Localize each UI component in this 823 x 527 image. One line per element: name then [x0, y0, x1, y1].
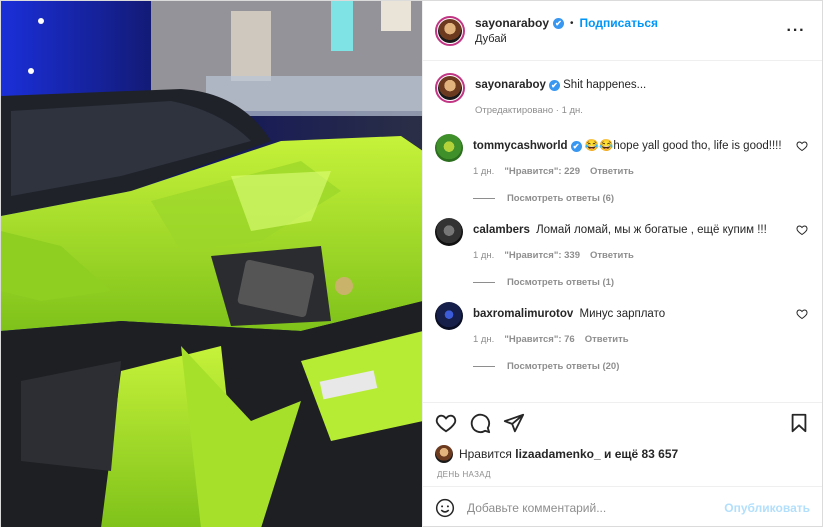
author-username[interactable]: sayonaraboy: [475, 16, 549, 30]
caption-text: Shit happenes...: [563, 79, 647, 91]
share-paper-plane-icon[interactable]: [503, 412, 525, 434]
caption-username[interactable]: sayonaraboy: [475, 79, 546, 91]
comment-bubble-icon[interactable]: [469, 412, 491, 434]
add-comment-bar: Опубликовать: [422, 486, 822, 527]
like-heart-icon[interactable]: [435, 412, 457, 434]
verified-badge-icon: ✔: [548, 80, 560, 91]
post-caption: sayonaraboy ✔ Shit happenes... Отредактир…: [434, 73, 808, 116]
comment-like-heart-icon[interactable]: [796, 140, 808, 152]
comment-time[interactable]: 1 дн.: [473, 334, 494, 345]
comment-like-heart-icon[interactable]: [796, 224, 808, 236]
comment-likes[interactable]: "Нравится": 339: [504, 250, 580, 261]
commenter-username[interactable]: baxromalimurotov: [473, 308, 573, 320]
more-options-button[interactable]: ···: [784, 22, 808, 40]
post-photo[interactable]: [1, 1, 422, 527]
comment-text: Минус зарплато: [579, 308, 666, 320]
publish-button[interactable]: Опубликовать: [724, 501, 810, 515]
liker-username[interactable]: lizaadamenko_: [515, 447, 600, 461]
commenter-username[interactable]: calambers: [473, 224, 530, 236]
comment-time[interactable]: 1 дн.: [473, 166, 494, 177]
commenter-avatar[interactable]: [434, 134, 463, 162]
comment-likes[interactable]: "Нравится": 76: [504, 334, 574, 345]
post-header: sayonaraboy ✔ • Подписаться Дубай ···: [422, 1, 822, 61]
post-timestamp[interactable]: День назад: [423, 466, 822, 486]
commenter-username[interactable]: tommycashworld: [473, 140, 568, 152]
view-replies-label: Посмотреть ответы (6): [506, 193, 615, 204]
view-replies-button[interactable]: Посмотреть ответы (1): [472, 277, 808, 288]
reply-button[interactable]: Ответить: [585, 334, 629, 345]
post-location[interactable]: Дубай: [475, 33, 784, 45]
comment-item: calambers Ломай ломай, мы ж богатые , ещ…: [434, 218, 808, 288]
ellipsis-icon: ···: [786, 21, 806, 39]
caption-edited-time: Отредактировано · 1 дн.: [474, 105, 583, 116]
replies-divider: [472, 282, 495, 283]
comments-list[interactable]: sayonaraboy ✔ Shit happenes... Отредактир…: [423, 61, 822, 402]
comment-text: 😂😂hope yall good tho, life is good!!!!: [584, 140, 782, 152]
comment-item: tommycashworld ✔ 😂😂hope yall good tho, li…: [434, 134, 808, 204]
commenter-avatar[interactable]: [434, 302, 463, 330]
likes-count[interactable]: и ещё 83 657: [604, 447, 678, 461]
post-actions-bar: [422, 402, 822, 442]
view-replies-button[interactable]: Посмотреть ответы (6): [472, 193, 808, 204]
view-replies-label: Посмотреть ответы (20): [506, 361, 620, 372]
view-replies-label: Посмотреть ответы (1): [506, 277, 615, 288]
reply-button[interactable]: Ответить: [590, 166, 634, 177]
follow-button[interactable]: Подписаться: [580, 16, 658, 30]
crashed-car-image: [1, 1, 422, 527]
view-replies-button[interactable]: Посмотреть ответы (20): [472, 361, 808, 372]
reply-button[interactable]: Ответить: [590, 250, 634, 261]
liker-avatar[interactable]: [434, 445, 453, 463]
emoji-smile-icon[interactable]: [435, 498, 455, 518]
comment-likes[interactable]: "Нравится": 229: [504, 166, 580, 177]
author-avatar[interactable]: [434, 15, 465, 46]
separator-dot: •: [570, 17, 574, 29]
replies-divider: [472, 366, 495, 367]
verified-badge-icon: ✔: [570, 141, 582, 152]
replies-divider: [472, 198, 495, 199]
commenter-avatar[interactable]: [434, 218, 463, 246]
caption-author-avatar[interactable]: [434, 73, 465, 103]
comment-text: Ломай ломай, мы ж богатые , ещё купим !!…: [536, 224, 767, 236]
comment-input[interactable]: [466, 500, 725, 515]
bookmark-save-icon[interactable]: [788, 412, 810, 434]
verified-badge-icon: ✔: [553, 17, 565, 29]
comment-like-heart-icon[interactable]: [796, 308, 808, 320]
instagram-post-window: sayonaraboy ✔ • Подписаться Дубай ··· sa…: [0, 0, 823, 527]
post-side-panel: sayonaraboy ✔ • Подписаться Дубай ··· sa…: [421, 1, 822, 527]
likes-prefix: Нравится: [458, 447, 512, 461]
comment-item: baxromalimurotov Минус зарплато 1 дн. "Н…: [434, 302, 808, 372]
likes-summary: Нравится lizaadamenko_ и ещё 83 657: [423, 442, 822, 466]
comment-time[interactable]: 1 дн.: [473, 250, 494, 261]
